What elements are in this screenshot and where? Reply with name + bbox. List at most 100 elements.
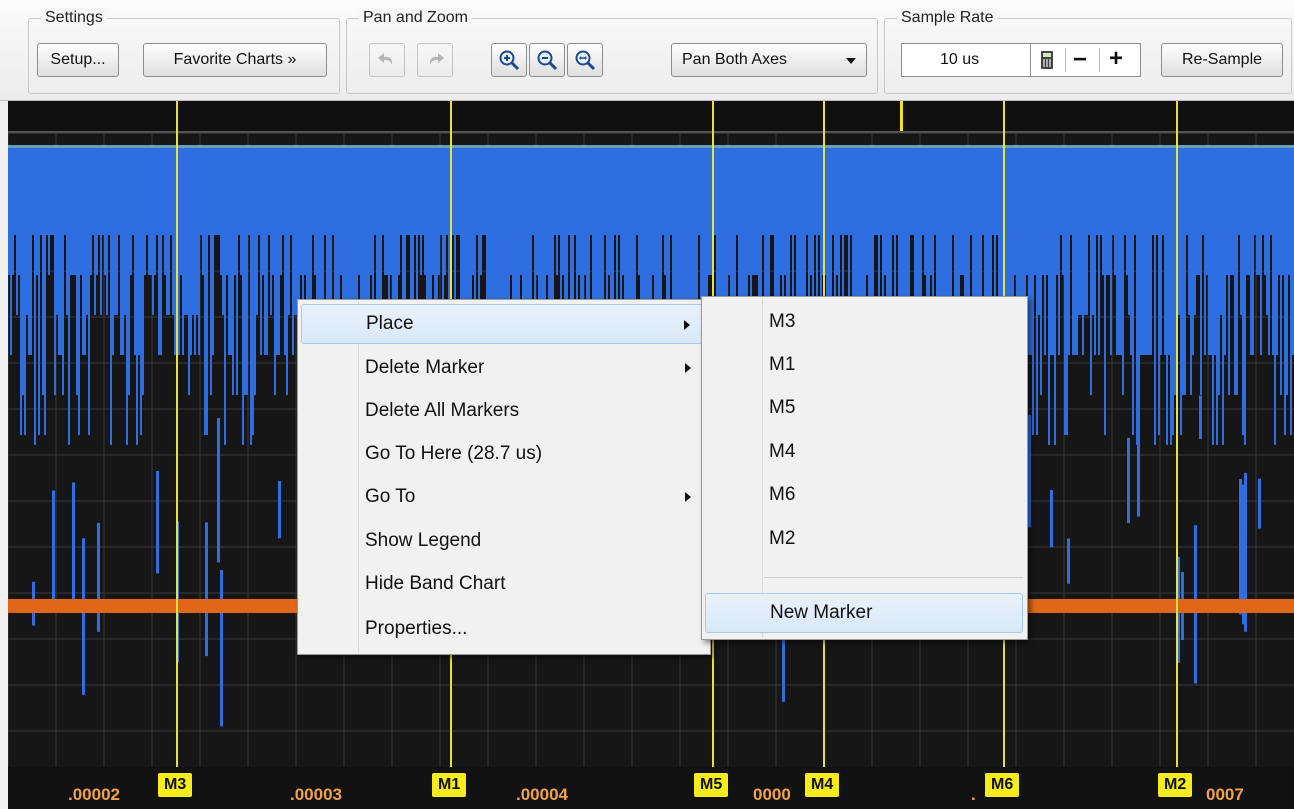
signal-bar xyxy=(10,145,12,355)
menu-item-delete-marker[interactable]: Delete Marker xyxy=(301,348,705,388)
marker-tag-m1[interactable]: M1 xyxy=(432,773,467,797)
signal-bar xyxy=(48,145,50,275)
signal-bar xyxy=(1200,145,1202,395)
menu-item-place[interactable]: Place xyxy=(301,304,705,344)
toolbar: Settings Setup... Favorite Charts » Pan … xyxy=(0,0,1294,101)
setup-button[interactable]: Setup... xyxy=(37,43,119,77)
signal-bar xyxy=(624,145,626,315)
signal-bar xyxy=(826,145,828,315)
increment-button[interactable]: + xyxy=(1109,45,1123,73)
signal-spike xyxy=(156,471,159,574)
signal-bar xyxy=(130,145,132,275)
signal-bar xyxy=(106,145,108,315)
signal-bar xyxy=(708,145,710,275)
signal-bar xyxy=(194,145,196,355)
signal-bar xyxy=(30,145,32,355)
place-submenu: M3 M1 M5 M4 M6 M2 New Marker xyxy=(701,296,1028,640)
menu-item-label: Delete Marker xyxy=(365,357,485,378)
signal-spike xyxy=(1127,437,1130,524)
marker-tag-m5[interactable]: M5 xyxy=(694,773,729,797)
menu-item-go-to-here[interactable]: Go To Here (28.7 us) xyxy=(301,434,705,474)
signal-bar xyxy=(1220,145,1222,315)
decrement-button[interactable]: − xyxy=(1073,46,1087,74)
signal-bar xyxy=(772,145,774,235)
resample-button[interactable]: Re-Sample xyxy=(1161,43,1283,77)
signal-spike xyxy=(1199,395,1202,440)
submenu-item-m4[interactable]: M4 xyxy=(705,432,1023,472)
signal-bar xyxy=(218,145,220,235)
signal-bar xyxy=(1152,145,1154,235)
menu-item-label: Show Legend xyxy=(365,530,482,551)
marker-line-m3[interactable] xyxy=(176,101,178,767)
signal-bar xyxy=(1126,145,1128,275)
signal-bar xyxy=(1234,145,1236,395)
signal-bar xyxy=(126,145,128,445)
zoom-fit-button[interactable] xyxy=(567,43,603,77)
signal-bar xyxy=(8,145,10,275)
signal-bar xyxy=(274,145,276,395)
redo-button[interactable] xyxy=(417,43,453,77)
marker-tag-m4[interactable]: M4 xyxy=(805,773,840,797)
menu-item-go-to[interactable]: Go To xyxy=(301,477,705,517)
signal-bar xyxy=(1086,145,1088,315)
signal-bar xyxy=(1090,145,1092,395)
signal-bar xyxy=(88,145,90,435)
signal-bar xyxy=(260,145,262,355)
signal-bar xyxy=(1150,145,1152,355)
signal-bar xyxy=(1216,145,1218,445)
marker-tag-m2[interactable]: M2 xyxy=(1158,773,1193,797)
calculator-icon[interactable] xyxy=(1041,51,1053,69)
signal-bar xyxy=(244,145,246,395)
submenu-item-m5[interactable]: M5 xyxy=(705,388,1023,428)
signal-bar xyxy=(92,145,94,235)
signal-bar xyxy=(202,145,204,275)
signal-bar xyxy=(618,145,620,235)
undo-button[interactable] xyxy=(369,43,405,77)
signal-bar xyxy=(1244,145,1246,445)
signal-bar xyxy=(580,145,582,315)
signal-bar xyxy=(164,145,166,275)
marker-line-m2[interactable] xyxy=(1176,101,1178,767)
signal-bar xyxy=(1066,145,1068,435)
menu-item-properties[interactable]: Properties... xyxy=(301,609,705,649)
signal-bar xyxy=(50,145,52,235)
signal-bar xyxy=(242,145,244,445)
signal-bar xyxy=(604,145,606,235)
signal-bar xyxy=(776,145,778,315)
signal-bar xyxy=(1026,145,1028,275)
menu-item-hide-band-chart[interactable]: Hide Band Chart xyxy=(301,564,705,604)
submenu-item-m1[interactable]: M1 xyxy=(705,345,1023,385)
favorite-charts-button[interactable]: Favorite Charts » xyxy=(143,43,327,77)
signal-bar xyxy=(68,145,70,445)
pan-mode-dropdown[interactable]: Pan Both Axes xyxy=(671,43,867,77)
overview-band[interactable] xyxy=(8,101,1294,133)
zoom-out-button[interactable] xyxy=(529,43,565,77)
signal-bar xyxy=(1284,145,1286,435)
signal-bar xyxy=(62,145,64,395)
overview-cursor[interactable] xyxy=(900,101,903,131)
signal-bar xyxy=(1286,145,1288,395)
signal-bar xyxy=(44,145,46,435)
menu-item-delete-all-markers[interactable]: Delete All Markers xyxy=(301,391,705,431)
menu-item-show-legend[interactable]: Show Legend xyxy=(301,521,705,561)
zoom-in-button[interactable] xyxy=(491,43,527,77)
signal-bar xyxy=(180,145,182,275)
signal-bar xyxy=(398,145,400,275)
marker-tag-m3[interactable]: M3 xyxy=(158,773,193,797)
submenu-item-m6[interactable]: M6 xyxy=(705,475,1023,515)
submenu-item-m3[interactable]: M3 xyxy=(705,302,1023,342)
signal-bar xyxy=(24,145,26,435)
signal-spike xyxy=(1137,406,1140,517)
signal-bar xyxy=(282,145,284,235)
signal-bar xyxy=(982,145,984,235)
submenu-item-m2[interactable]: M2 xyxy=(705,519,1023,559)
signal-bar xyxy=(650,145,652,315)
signal-bar xyxy=(36,145,38,275)
signal-bar xyxy=(756,145,758,275)
marker-tag-m6[interactable]: M6 xyxy=(985,773,1020,797)
signal-bar xyxy=(264,145,266,355)
sample-rate-input[interactable]: 10 us xyxy=(901,43,1031,77)
signal-bar xyxy=(590,145,592,235)
submenu-item-new-marker[interactable]: New Marker xyxy=(705,593,1023,633)
signal-bar xyxy=(236,145,238,395)
